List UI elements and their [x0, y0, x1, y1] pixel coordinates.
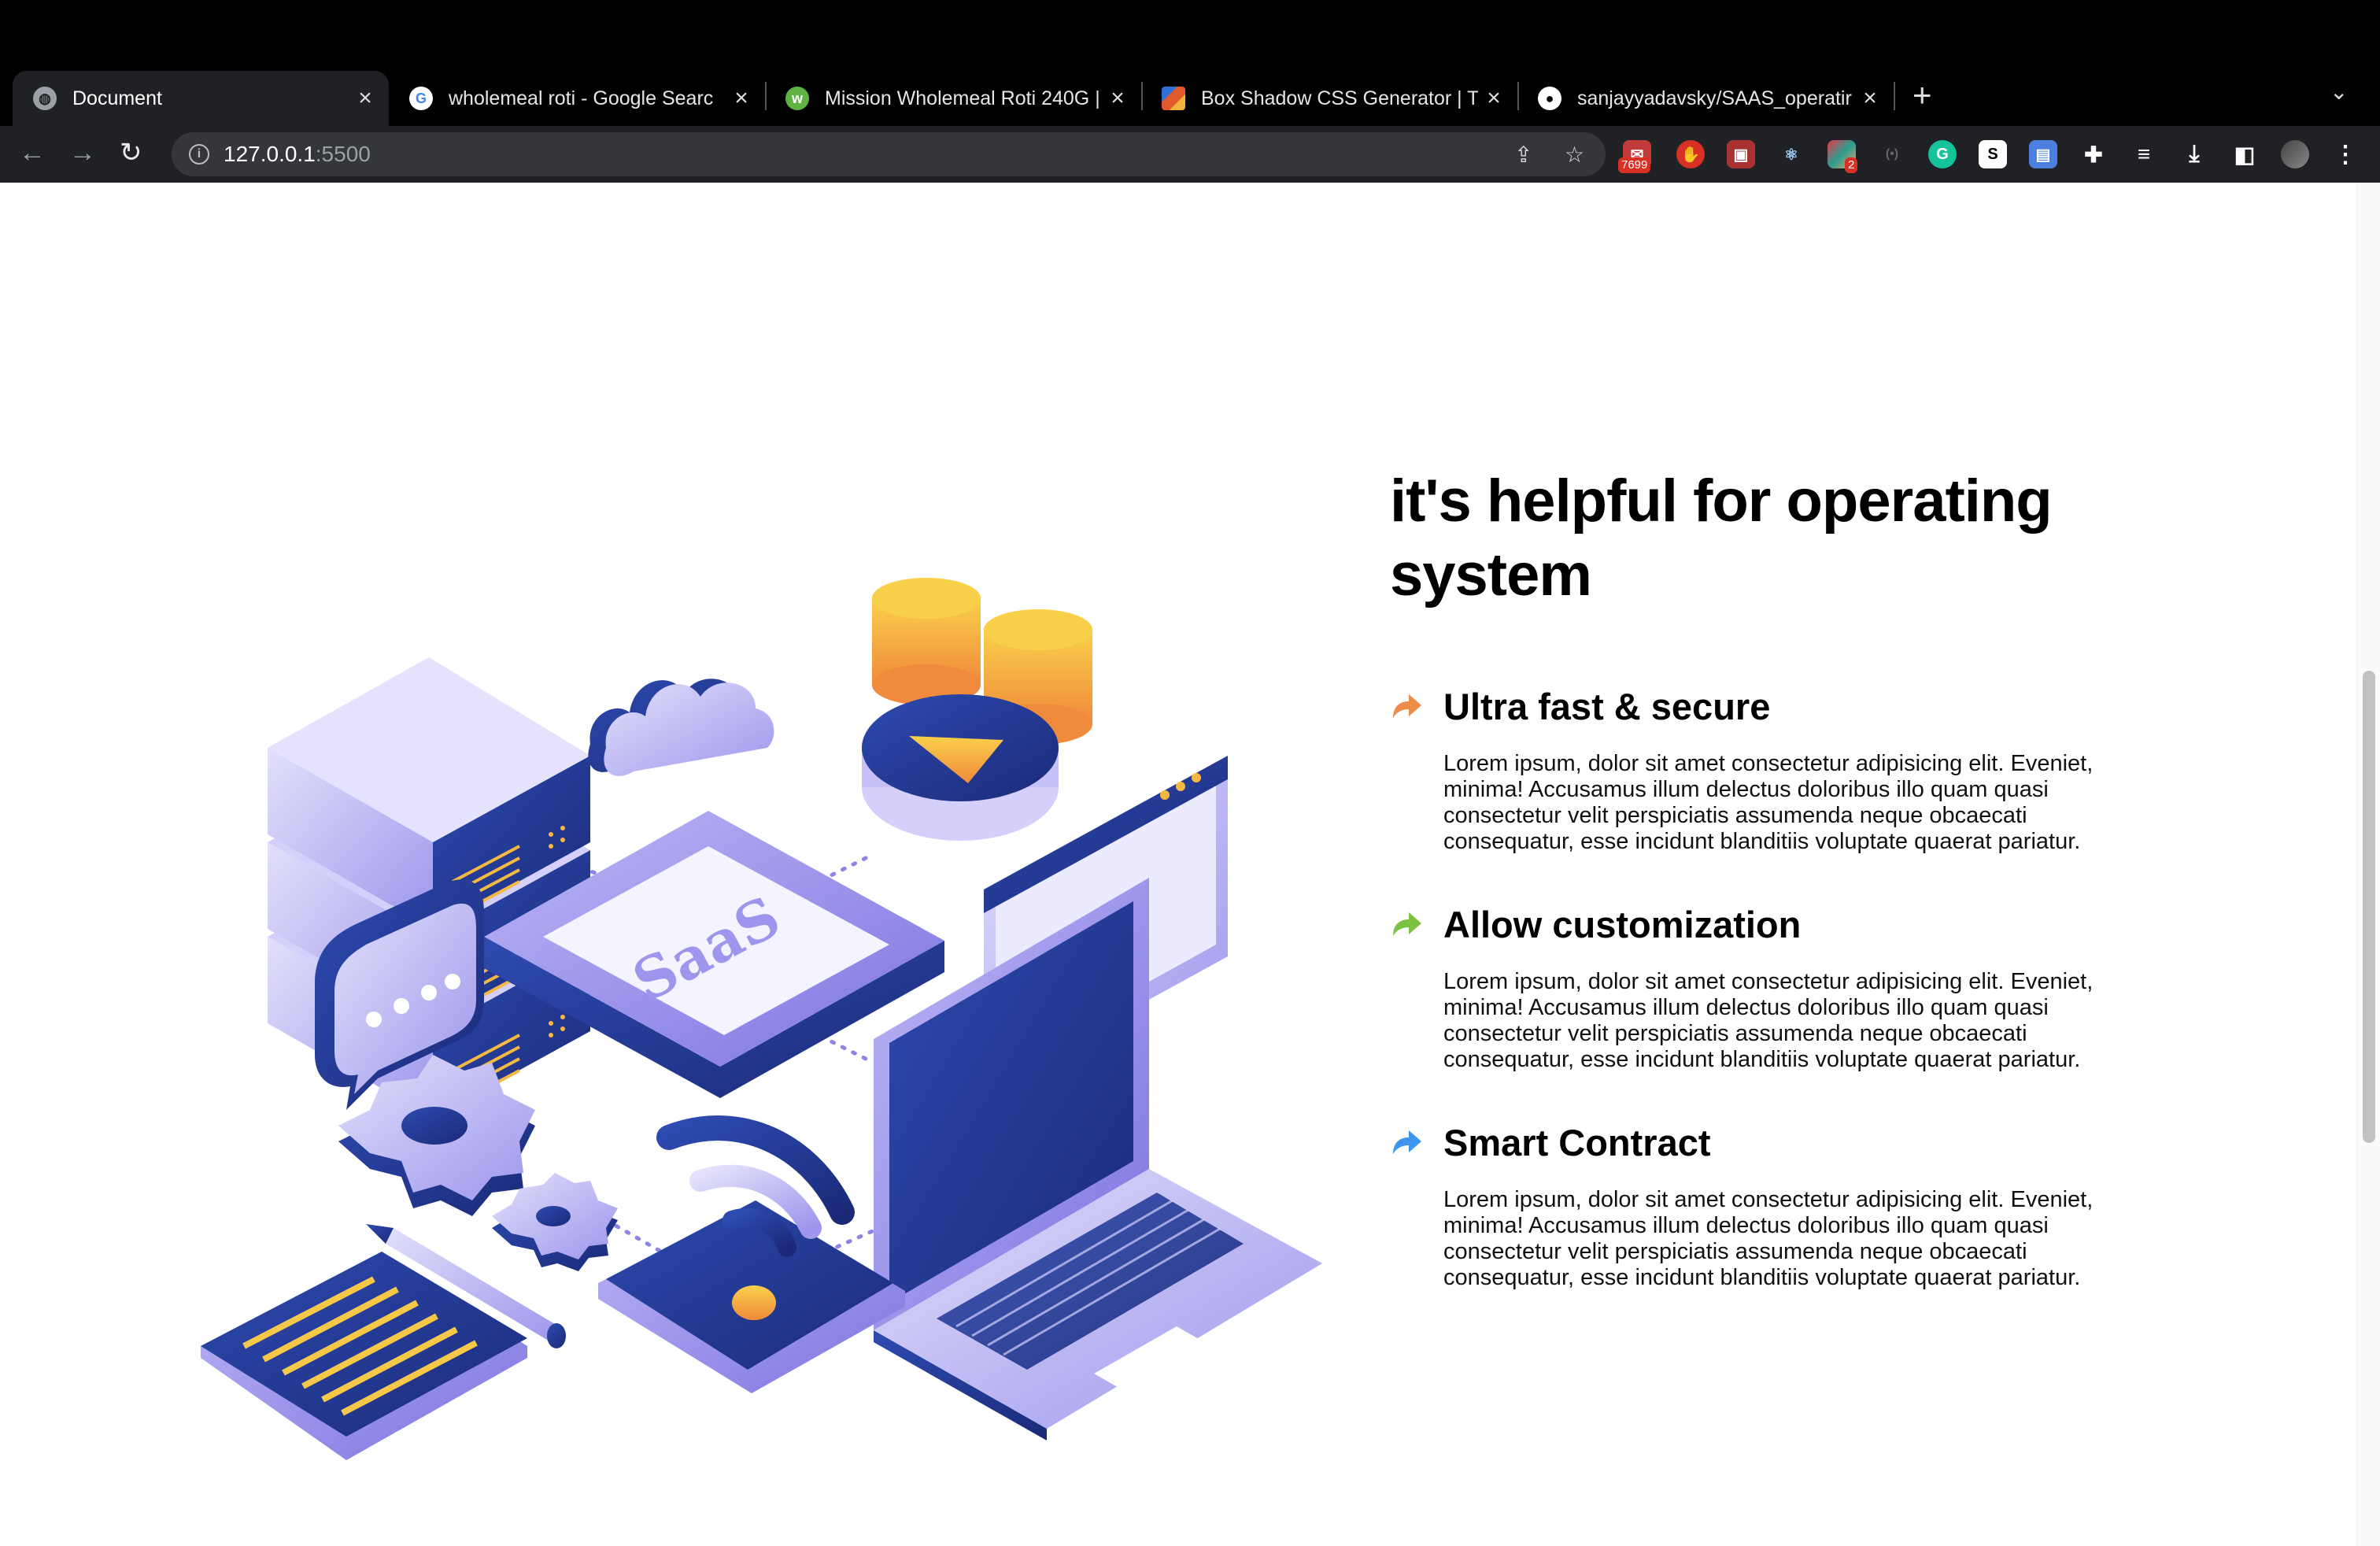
reply-arrow-icon [1393, 912, 1421, 936]
tab-separator [765, 82, 767, 110]
reading-list-icon[interactable]: ≡ [2130, 140, 2158, 168]
menu-icon[interactable]: ⋮ [2331, 140, 2360, 168]
play-disc-icon [862, 694, 1059, 841]
close-icon[interactable]: × [1478, 85, 1510, 112]
sidepanel-icon[interactable]: ◧ [2230, 140, 2259, 168]
grammarly-icon[interactable]: G [1928, 140, 1957, 168]
reload-icon[interactable]: ↻ [120, 135, 142, 170]
tab-woolworths[interactable]: w Mission Wholemeal Roti 240G | × [765, 71, 1141, 126]
adblock-icon[interactable]: ✋ [1676, 140, 1705, 168]
address-bar[interactable]: i 127.0.0.1:5500 [172, 132, 1606, 176]
clipboard-icon[interactable]: ▤ [2029, 140, 2057, 168]
close-icon[interactable]: × [349, 85, 381, 112]
close-icon[interactable]: × [726, 85, 757, 112]
image-icon[interactable]: ▣ [1727, 140, 1755, 168]
globe-icon: ◍ [33, 87, 57, 110]
google-icon: G [409, 87, 433, 110]
profile-avatar[interactable] [2281, 140, 2309, 168]
feature-body: Lorem ipsum, dolor sit amet consectetur … [1443, 969, 2094, 1072]
tab-title: Box Shadow CSS Generator | T [1201, 87, 1478, 109]
reply-arrow-icon [1393, 1130, 1421, 1154]
saas-illustration: SaaS [201, 578, 1322, 1460]
close-icon[interactable]: × [1102, 85, 1133, 112]
tab-title: sanjayyadavsky/SAAS_operatir [1577, 87, 1852, 109]
tab-separator [1517, 82, 1519, 110]
tab-github[interactable]: ● sanjayyadavsky/SAAS_operatir × [1517, 71, 1894, 126]
tab-separator [1894, 82, 1895, 110]
reply-arrow-icon [1393, 694, 1421, 718]
back-icon[interactable]: ← [19, 135, 46, 170]
tab-separator [1141, 82, 1143, 110]
woolworths-icon: w [785, 87, 809, 110]
new-tab-button[interactable]: + [1913, 79, 1932, 112]
download-icon[interactable]: ⤓ [2180, 140, 2208, 168]
chevron-down-icon[interactable]: ⌄ [2330, 79, 2348, 105]
forward-icon[interactable]: → [69, 135, 96, 170]
mail-badge: 7699 [1618, 157, 1651, 173]
colorzilla-badge: 2 [1845, 157, 1858, 173]
puzzle-icon[interactable]: ✚ [2079, 140, 2108, 168]
cssmatic-icon [1162, 87, 1185, 110]
feature-body: Lorem ipsum, dolor sit amet consectetur … [1443, 751, 2094, 854]
feature-body: Lorem ipsum, dolor sit amet consectetur … [1443, 1187, 2094, 1290]
react-icon[interactable]: ⚛ [1777, 140, 1805, 168]
tab-title: Document [72, 87, 162, 109]
tab-strip: ◍ Document × G wholemeal roti - Google S… [0, 66, 2380, 126]
info-icon[interactable]: i [189, 144, 209, 165]
phone-icon [598, 1200, 905, 1393]
feature-title: Smart Contract [1443, 1122, 1711, 1163]
close-icon[interactable]: × [1854, 85, 1886, 112]
tab-title: Mission Wholemeal Roti 240G | [825, 87, 1100, 109]
feature-title: Ultra fast & secure [1443, 686, 1771, 727]
feature-ultra-fast: Ultra fast & secure Lorem ipsum, dolor s… [1390, 683, 2114, 855]
scrollbar-thumb[interactable] [2363, 671, 2375, 1143]
cloud-icon [588, 679, 774, 776]
s-icon[interactable]: S [1979, 140, 2007, 168]
star-icon[interactable]: ☆ [1565, 142, 1584, 168]
tab-google-search[interactable]: G wholemeal roti - Google Searc × [389, 71, 765, 126]
feature-customization: Allow customization Lorem ipsum, dolor s… [1390, 901, 2114, 1073]
tab-title: wholemeal roti - Google Searc [449, 87, 714, 109]
feature-smart-contract: Smart Contract Lorem ipsum, dolor sit am… [1390, 1119, 2114, 1291]
feature-title: Allow customization [1443, 904, 1802, 945]
tab-document[interactable]: ◍ Document × [13, 71, 389, 126]
share-icon[interactable]: ⇪ [1514, 142, 1532, 168]
broadcast-icon[interactable]: (•) [1878, 140, 1906, 168]
github-icon: ● [1538, 87, 1561, 110]
page-title: it's helpful for operating system [1390, 468, 2053, 608]
url-text[interactable]: 127.0.0.1:5500 [224, 142, 371, 167]
tab-box-shadow[interactable]: Box Shadow CSS Generator | T × [1141, 71, 1517, 126]
